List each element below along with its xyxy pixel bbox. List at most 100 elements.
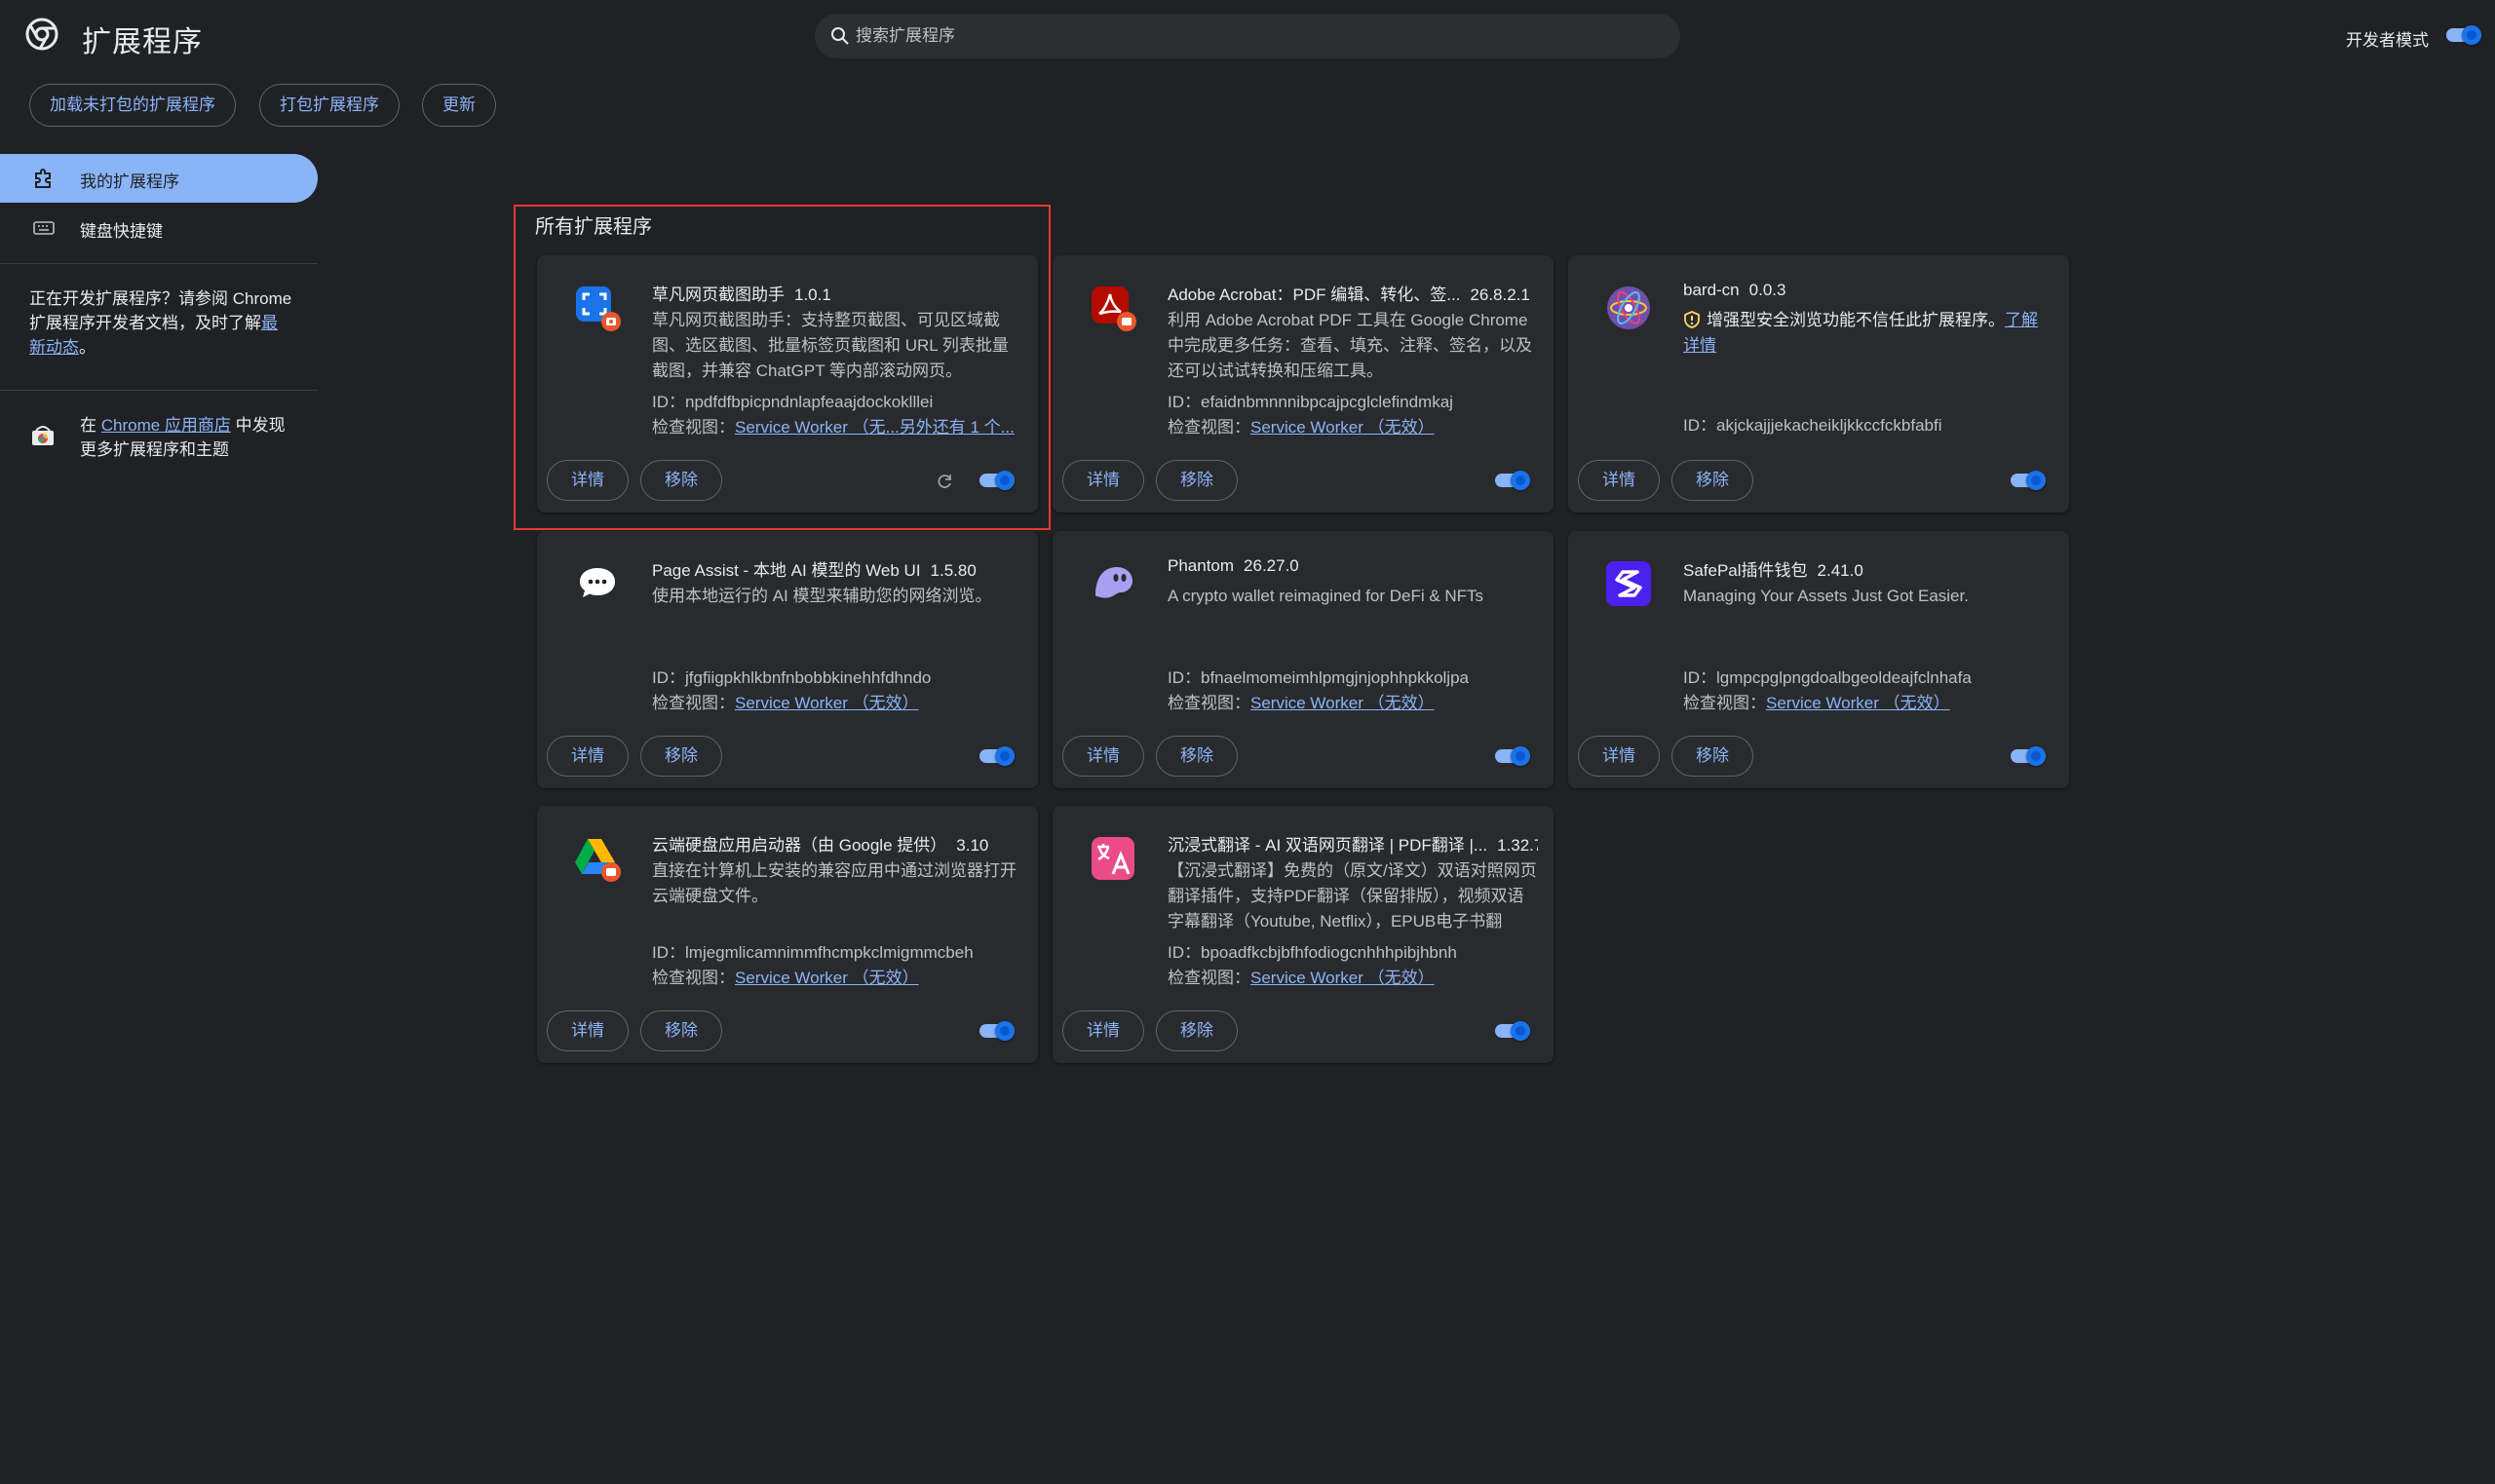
extension-version: 1.32.7	[1497, 836, 1538, 855]
sidebar-item-label: 我的扩展程序	[80, 172, 179, 191]
extension-description: Managing Your Assets Just Got Easier.	[1683, 587, 1969, 605]
sidebar-divider	[0, 390, 318, 391]
extension-id: bfnaelmomeimhlpmgjnjophhpkkoljpa	[1201, 668, 1469, 687]
extension-version: 3.10	[956, 836, 989, 855]
details-button[interactable]: 详情	[547, 736, 629, 777]
acrobat-icon	[1092, 286, 1136, 331]
enable-toggle[interactable]	[1495, 471, 1530, 490]
puzzle-icon	[35, 169, 51, 188]
extension-card: 草凡网页截图助手 1.0.1 草凡网页截图助手：支持整页截图、可见区域截图、选区截…	[537, 255, 1038, 513]
details-button[interactable]: 详情	[1578, 460, 1660, 501]
extension-card: Page Assist - 本地 AI 模型的 Web UI 1.5.80 使用本…	[537, 531, 1038, 788]
extension-card: 云端硬盘应用启动器（由 Google 提供） 3.10 直接在计算机上安装的兼容应…	[537, 806, 1038, 1063]
extension-name: Page Assist - 本地 AI 模型的 Web UI	[652, 561, 921, 580]
extension-id: akjckajjjekacheikljkkccfckbfabfi	[1716, 416, 1942, 435]
remove-button[interactable]: 移除	[1671, 736, 1753, 777]
inspect-views-link[interactable]: Service Worker （无效）	[1250, 969, 1435, 987]
extension-description: 利用 Adobe Acrobat PDF 工具在 Google Chrome 中…	[1168, 311, 1532, 380]
extension-name: 草凡网页截图助手	[652, 285, 785, 304]
extension-name: SafePal插件钱包	[1683, 561, 1808, 580]
extension-name: bard-cn	[1683, 281, 1740, 299]
extension-card: Adobe Acrobat：PDF 编辑、转化、签... 26.8.2.1 利用 …	[1053, 255, 1554, 513]
extension-version: 26.27.0	[1244, 556, 1299, 575]
keyboard-icon	[33, 221, 55, 235]
update-button[interactable]: 更新	[422, 84, 496, 127]
atom-icon	[1607, 286, 1650, 329]
extension-name: 云端硬盘应用启动器（由 Google 提供）	[652, 836, 947, 855]
chrome-logo-icon	[25, 18, 58, 51]
extension-id: jfgfiigpkhlkbnfnbobbkinehhfdhndo	[685, 668, 932, 687]
inspect-views-link[interactable]: Service Worker （无效）	[1766, 694, 1950, 712]
extension-name: 沉浸式翻译 - AI 双语网页翻译 | PDF翻译 |...	[1168, 836, 1488, 855]
remove-button[interactable]: 移除	[640, 736, 722, 777]
details-button[interactable]: 详情	[1062, 460, 1144, 501]
chrome-web-store-icon	[32, 426, 54, 445]
extension-name: Phantom	[1168, 556, 1235, 575]
section-title: 所有扩展程序	[535, 216, 652, 238]
extension-description: A crypto wallet reimagined for DeFi & NF…	[1168, 587, 1484, 605]
developer-note: 正在开发扩展程序？请参阅 Chrome 扩展程序开发者文档，及时了解最新动态。	[29, 289, 292, 357]
details-button[interactable]: 详情	[547, 1010, 629, 1051]
extension-id: bpoadfkcbjbfhfodiogcnhhhpibjhbnh	[1201, 943, 1457, 962]
details-button[interactable]: 详情	[547, 460, 629, 501]
safepal-icon	[1606, 561, 1651, 606]
inspect-views-link[interactable]: Service Worker （无效）	[735, 694, 919, 712]
screenshot-icon	[576, 286, 621, 331]
enable-toggle[interactable]	[979, 471, 1015, 490]
shield-warning-icon	[1684, 311, 1700, 328]
extension-card: bard-cn 0.0.3 增强型安全浏览功能不信任此扩展程序。了解详情 ID：a…	[1568, 255, 2069, 513]
page-title: 扩展程序	[82, 26, 203, 58]
extension-card: SafePal插件钱包 2.41.0 Managing Your Assets J…	[1568, 531, 2069, 788]
extension-version: 1.0.1	[794, 285, 831, 304]
safety-warning: 增强型安全浏览功能不信任此扩展程序。了解详情	[1683, 311, 2038, 355]
google-drive-icon	[575, 839, 621, 882]
sidebar-item-label: 键盘快捷键	[80, 222, 163, 241]
load-unpacked-button[interactable]: 加载未打包的扩展程序	[29, 84, 236, 127]
extension-id: efaidnbmnnnibpcajpcglclefindmkaj	[1201, 393, 1453, 411]
extension-card: Phantom 26.27.0 A crypto wallet reimagine…	[1053, 531, 1554, 788]
remove-button[interactable]: 移除	[1156, 1010, 1238, 1051]
details-button[interactable]: 详情	[1062, 736, 1144, 777]
devmode-label: 开发者模式	[2346, 31, 2429, 50]
web-store-note: 在 Chrome 应用商店 中发现更多扩展程序和主题	[80, 416, 286, 459]
remove-button[interactable]: 移除	[640, 1010, 722, 1051]
translate-icon	[1092, 837, 1134, 880]
enable-toggle[interactable]	[979, 746, 1015, 766]
search-input[interactable]	[856, 14, 1655, 58]
enable-toggle[interactable]	[979, 1021, 1015, 1041]
details-button[interactable]: 详情	[1062, 1010, 1144, 1051]
inspect-views-link[interactable]: Service Worker （无效）	[1250, 694, 1435, 712]
reload-icon[interactable]	[935, 472, 954, 491]
extension-id: lgmpcpglpngdoalbgeoldeajfclnhafa	[1716, 668, 1972, 687]
details-button[interactable]: 详情	[1578, 736, 1660, 777]
extension-description: 【沉浸式翻译】免费的（原文/译文）双语对照网页翻译插件，支持PDF翻译（保留排版…	[1168, 861, 1537, 931]
enable-toggle[interactable]	[1495, 1021, 1530, 1041]
search-icon	[831, 27, 849, 45]
sidebar-item-keyboard-shortcuts[interactable]: 键盘快捷键	[0, 204, 318, 252]
extension-description: 草凡网页截图助手：支持整页截图、可见区域截图、选区截图、批量标签页截图和 URL…	[652, 311, 1009, 380]
extension-description: 直接在计算机上安装的兼容应用中通过浏览器打开云端硬盘文件。	[652, 861, 1017, 905]
inspect-views-link[interactable]: Service Worker （无效）	[1250, 418, 1435, 437]
extension-id: npdfdfbpicpndnlapfeaajdockoklllei	[685, 393, 934, 411]
devmode-toggle[interactable]	[2446, 25, 2481, 45]
inspect-views-link[interactable]: Service Worker （无效）	[735, 969, 919, 987]
sidebar-item-my-extensions[interactable]: 我的扩展程序	[0, 154, 318, 203]
web-store-link[interactable]: Chrome 应用商店	[101, 416, 231, 435]
remove-button[interactable]: 移除	[1156, 460, 1238, 501]
chat-bubble-icon	[580, 568, 615, 597]
phantom-ghost-icon	[1095, 567, 1132, 598]
extension-id: lmjegmlicamnimmfhcmpkclmigmmcbeh	[685, 943, 974, 962]
remove-button[interactable]: 移除	[1671, 460, 1753, 501]
extension-card: 沉浸式翻译 - AI 双语网页翻译 | PDF翻译 |... 1.32.7 【沉浸…	[1053, 806, 1554, 1063]
inspect-views-link[interactable]: Service Worker （无...另外还有 1 个...	[735, 418, 1015, 437]
enable-toggle[interactable]	[2011, 746, 2046, 766]
enable-toggle[interactable]	[2011, 471, 2046, 490]
remove-button[interactable]: 移除	[1156, 736, 1238, 777]
extension-version: 0.0.3	[1748, 281, 1786, 299]
search-box[interactable]	[815, 14, 1680, 58]
extension-version: 26.8.2.1	[1470, 285, 1530, 304]
sidebar-divider	[0, 263, 318, 264]
enable-toggle[interactable]	[1495, 746, 1530, 766]
remove-button[interactable]: 移除	[640, 460, 722, 501]
pack-extension-button[interactable]: 打包扩展程序	[259, 84, 400, 127]
